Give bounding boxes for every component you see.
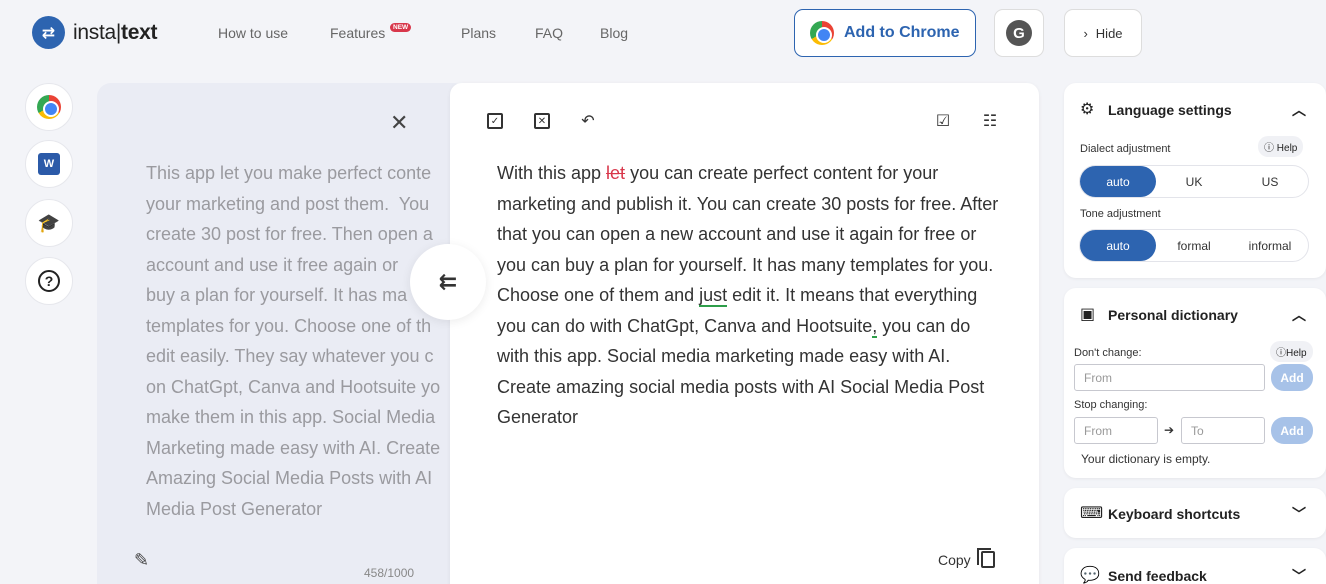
logo-icon: ⇄ bbox=[32, 16, 65, 49]
source-text[interactable]: This app let you make perfect conte your… bbox=[146, 158, 446, 528]
dictionary-icon: ▣ bbox=[1080, 306, 1096, 323]
reject-all-icon[interactable]: ✕ bbox=[532, 111, 552, 131]
stop-changing-label: Stop changing: bbox=[1074, 399, 1148, 411]
tone-toggle: auto formal informal bbox=[1079, 229, 1309, 262]
dialect-label: Dialect adjustment bbox=[1080, 143, 1171, 155]
accept-all-icon[interactable]: ✓ bbox=[485, 111, 505, 131]
stop-from-input[interactable]: From bbox=[1074, 417, 1158, 444]
dont-change-input[interactable]: From bbox=[1074, 364, 1265, 391]
keyboard-icon: ⌨ bbox=[1080, 505, 1104, 522]
logo-text: insta|text bbox=[73, 20, 158, 44]
chevron-right-icon: › bbox=[1083, 25, 1088, 41]
word-icon: W bbox=[38, 153, 60, 175]
chevron-down-icon[interactable]: ﹀ bbox=[1292, 504, 1306, 524]
char-count: 458/1000 bbox=[364, 566, 415, 580]
pencil-icon[interactable]: ✎ bbox=[134, 550, 149, 571]
keyboard-shortcuts-card[interactable]: ⌨ Keyboard shortcuts ﹀ bbox=[1064, 488, 1326, 538]
personal-dictionary-title: Personal dictionary bbox=[1108, 307, 1238, 323]
personal-dictionary-card: ▣ Personal dictionary ︿ Don't change: ⓘH… bbox=[1064, 288, 1326, 478]
avatar: G bbox=[1006, 20, 1032, 46]
undo-icon[interactable]: ↶ bbox=[578, 111, 598, 131]
add-stop-changing-button[interactable]: Add bbox=[1271, 417, 1313, 444]
nav-plans[interactable]: Plans bbox=[461, 25, 496, 41]
gear-icon: ⚙ bbox=[1080, 101, 1095, 118]
help-button[interactable]: ⓘHelp bbox=[1270, 341, 1313, 362]
close-icon[interactable]: ✕ bbox=[390, 110, 408, 136]
tone-auto[interactable]: auto bbox=[1080, 230, 1156, 261]
check-document-icon[interactable]: ☑ bbox=[933, 111, 953, 131]
word-addin-button[interactable]: W bbox=[25, 140, 73, 188]
nav-how-to-use[interactable]: How to use bbox=[218, 25, 288, 41]
language-settings-title: Language settings bbox=[1108, 102, 1232, 118]
chevron-up-icon[interactable]: ︿ bbox=[1292, 305, 1306, 325]
copy-button[interactable]: Copy bbox=[938, 548, 995, 568]
add-dont-change-button[interactable]: Add bbox=[1271, 364, 1313, 391]
dialect-us[interactable]: US bbox=[1232, 166, 1308, 197]
add-to-chrome-button[interactable]: Add to Chrome bbox=[794, 9, 976, 57]
collapse-left-icon: ⇇ bbox=[438, 269, 458, 294]
chrome-icon bbox=[810, 21, 834, 45]
account-button[interactable]: G bbox=[994, 9, 1044, 57]
keyboard-shortcuts-title: Keyboard shortcuts bbox=[1108, 506, 1241, 522]
help-button[interactable]: ? bbox=[25, 257, 73, 305]
stop-to-input[interactable]: To bbox=[1181, 417, 1265, 444]
logo[interactable]: ⇄ insta|text bbox=[32, 16, 157, 49]
question-icon: ? bbox=[38, 270, 60, 292]
dont-change-label: Don't change: bbox=[1074, 347, 1142, 359]
send-feedback-card[interactable]: 💬 Send feedback ﹀ bbox=[1064, 548, 1326, 584]
graduation-cap-icon: 🎓 bbox=[37, 212, 61, 233]
learn-button[interactable]: 🎓 bbox=[25, 199, 73, 247]
chevron-up-icon[interactable]: ︿ bbox=[1292, 100, 1306, 120]
collapse-source-button[interactable]: ⇇ bbox=[410, 244, 486, 320]
arrow-right-icon: ➔ bbox=[1164, 423, 1175, 437]
copy-icon bbox=[976, 548, 995, 568]
feedback-icon: 💬 bbox=[1080, 567, 1100, 584]
nav-features[interactable]: Features NEW bbox=[330, 23, 412, 41]
output-text[interactable]: With this app let you can create perfect… bbox=[497, 158, 1007, 433]
nav-faq[interactable]: FAQ bbox=[535, 25, 563, 41]
notes-icon[interactable]: ☷ bbox=[980, 111, 1000, 131]
deleted-word[interactable]: let bbox=[606, 163, 625, 183]
tone-label: Tone adjustment bbox=[1080, 208, 1161, 220]
chrome-extension-button[interactable] bbox=[25, 83, 73, 131]
chevron-down-icon[interactable]: ﹀ bbox=[1292, 566, 1306, 584]
new-badge: NEW bbox=[390, 23, 412, 32]
nav-blog[interactable]: Blog bbox=[600, 25, 628, 41]
dialect-toggle: auto UK US bbox=[1079, 165, 1309, 198]
hide-button[interactable]: › Hide bbox=[1064, 9, 1142, 57]
tone-formal[interactable]: formal bbox=[1156, 230, 1232, 261]
dictionary-empty-message: Your dictionary is empty. bbox=[1081, 452, 1211, 466]
dialect-uk[interactable]: UK bbox=[1156, 166, 1232, 197]
suggested-word[interactable]: just bbox=[699, 285, 728, 307]
help-button[interactable]: ⓘ Help bbox=[1258, 136, 1304, 157]
tone-informal[interactable]: informal bbox=[1232, 230, 1308, 261]
chrome-icon bbox=[37, 95, 61, 119]
send-feedback-title: Send feedback bbox=[1108, 568, 1207, 584]
language-settings-card: ⚙ Language settings ︿ Dialect adjustment… bbox=[1064, 83, 1326, 278]
top-header: ⇄ insta|text How to use Features NEW Plan… bbox=[0, 0, 1326, 66]
dialect-auto[interactable]: auto bbox=[1080, 166, 1156, 197]
